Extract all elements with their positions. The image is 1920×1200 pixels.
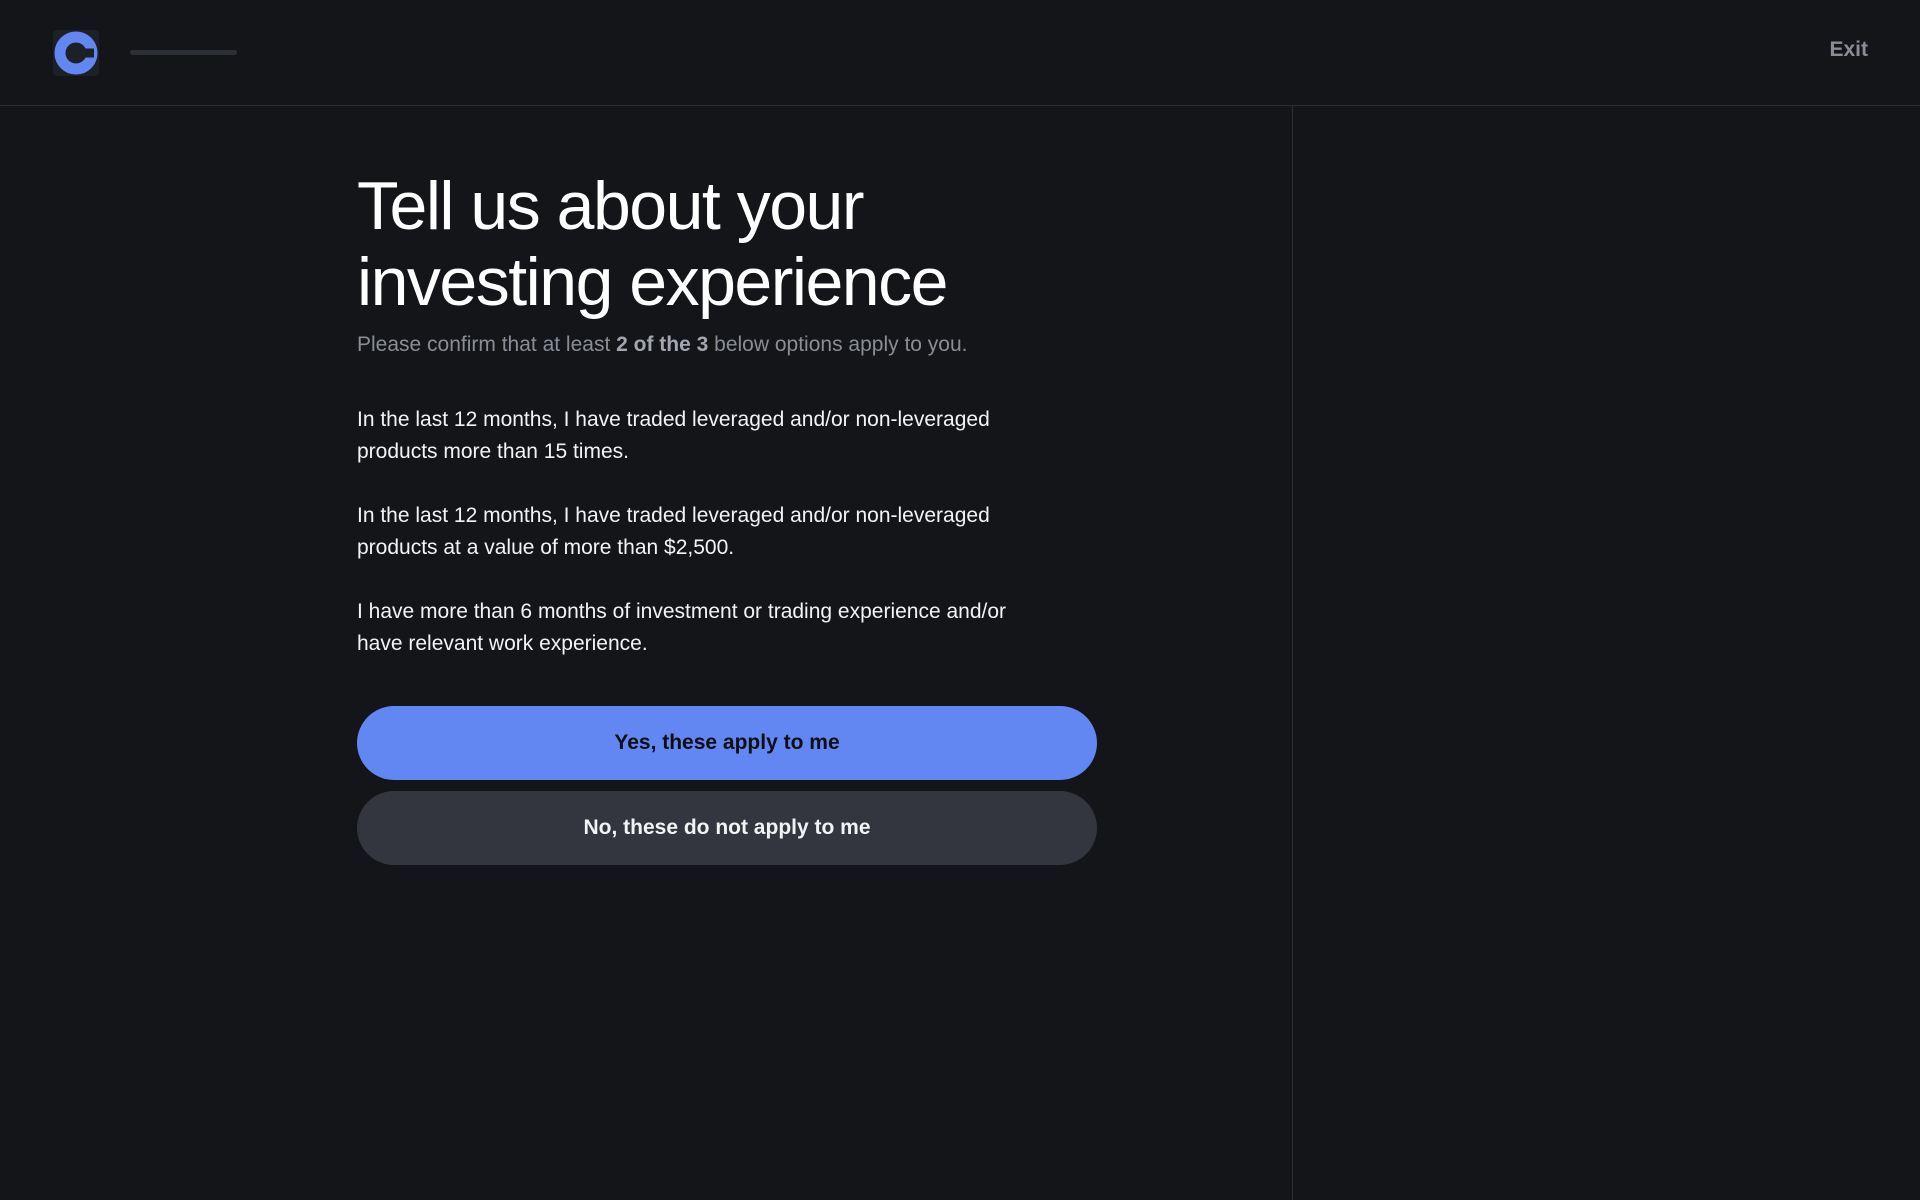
option-line: In the last 12 months, I have traded lev… [357,408,990,431]
option-line: I have more than 6 months of investment … [357,600,1007,623]
experience-option-2: In the last 12 months, I have traded lev… [357,500,1097,564]
option-line: have relevant work experience. [357,632,648,655]
experience-option-3: I have more than 6 months of investment … [357,596,1097,660]
experience-option-1: In the last 12 months, I have traded lev… [357,404,1097,468]
subtitle-text-end: below options apply to you. [708,333,968,356]
subtitle-emphasis: 2 of the 3 [616,333,709,356]
subtitle-text-start: Please confirm that at least [357,333,617,356]
experience-form: Tell us about your investing experience … [357,168,1097,865]
confirm-apply-button[interactable]: Yes, these apply to me [357,706,1097,780]
top-bar: Exit [0,0,1920,106]
decline-apply-button[interactable]: No, these do not apply to me [357,791,1097,865]
exit-button[interactable]: Exit [1829,38,1868,62]
progress-bar [130,50,237,55]
page-subtitle: Please confirm that at least 2 of the 3 … [357,330,1097,360]
option-line: products at a value of more than $2,500. [357,536,735,559]
option-line: products more than 15 times. [357,440,629,463]
page-title: Tell us about your investing experience [357,168,1097,320]
page-title-line-1: Tell us about your [357,168,864,244]
coinbase-logo-icon[interactable] [53,30,99,76]
page-title-line-2: investing experience [357,244,948,320]
option-line: In the last 12 months, I have traded lev… [357,504,990,527]
column-divider [1292,106,1293,1200]
